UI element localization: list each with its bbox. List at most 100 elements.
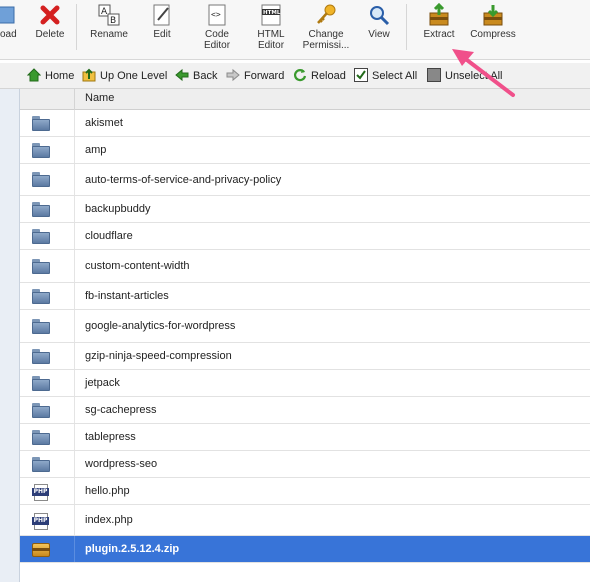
icon-cell (20, 451, 75, 477)
up-one-level-label: Up One Level (100, 70, 168, 82)
icon-cell (20, 536, 75, 562)
file-name[interactable]: fb-instant-articles (85, 290, 169, 302)
file-name[interactable]: auto-terms-of-service-and-privacy-policy (85, 174, 281, 186)
table-row[interactable]: PHP hello.php (20, 478, 590, 505)
table-row[interactable]: google-analytics-for-wordpress (20, 310, 590, 343)
select-all-label: Select All (372, 70, 418, 82)
up-one-level-link[interactable]: Up One Level (82, 68, 167, 84)
icon-cell (20, 343, 75, 369)
file-name[interactable]: backupbuddy (85, 203, 150, 215)
folder-icon (32, 289, 50, 305)
folder-icon (32, 172, 50, 188)
html-editor-icon: HTML (259, 3, 283, 27)
table-row[interactable]: backupbuddy (20, 196, 590, 223)
code-editor-label: Code Editor (203, 29, 231, 51)
file-list: akismet amp auto-terms-of-service-and-priv… (20, 110, 590, 563)
extract-label: Extract (423, 29, 455, 40)
file-name[interactable]: jetpack (85, 377, 120, 389)
icon-cell (20, 223, 75, 249)
home-link[interactable]: Home (26, 68, 74, 84)
icon-cell (20, 283, 75, 309)
name-column-header[interactable]: Name (85, 92, 114, 104)
change-permissions-button[interactable]: Change Permissi... (298, 0, 354, 58)
back-label: Back (193, 70, 218, 82)
table-row[interactable]: plugin.2.5.12.4.zip (20, 536, 590, 563)
file-name[interactable]: google-analytics-for-wordpress (85, 320, 235, 332)
table-header: Name (20, 89, 590, 110)
view-button[interactable]: View (362, 0, 396, 58)
file-name[interactable]: akismet (85, 117, 123, 129)
rename-label: Rename (90, 29, 128, 40)
delete-button[interactable]: Delete (30, 0, 70, 58)
forward-link[interactable]: Forward (226, 68, 284, 84)
unselect-all-label: Unselect All (445, 70, 503, 82)
checkbox-unchecked-icon (427, 68, 441, 82)
icon-cell: PHP (20, 505, 75, 535)
view-label: View (368, 29, 390, 40)
extract-icon (427, 2, 451, 27)
icon-cell (20, 137, 75, 163)
folder-icon (32, 143, 50, 159)
table-row[interactable]: fb-instant-articles (20, 283, 590, 310)
file-name[interactable]: index.php (85, 514, 133, 526)
table-row[interactable]: auto-terms-of-service-and-privacy-policy (20, 164, 590, 196)
icon-cell (20, 424, 75, 450)
icon-cell (20, 370, 75, 396)
file-name[interactable]: wordpress-seo (85, 458, 157, 470)
file-name[interactable]: tablepress (85, 431, 136, 443)
table-row[interactable]: PHP index.php (20, 505, 590, 536)
table-row[interactable]: custom-content-width (20, 250, 590, 283)
table-row[interactable]: amp (20, 137, 590, 164)
rename-button[interactable]: AB Rename (84, 0, 134, 58)
forward-arrow-icon (226, 68, 240, 82)
table-row[interactable]: jetpack (20, 370, 590, 397)
file-name[interactable]: amp (85, 144, 106, 156)
home-icon (26, 68, 42, 82)
svg-text:B: B (110, 16, 116, 26)
extract-button[interactable]: Extract (418, 0, 460, 58)
upload-label: oad (0, 29, 17, 40)
reload-label: Reload (311, 70, 346, 82)
file-name[interactable]: hello.php (85, 485, 130, 497)
file-name[interactable]: sg-cachepress (85, 404, 157, 416)
table-row[interactable]: tablepress (20, 424, 590, 451)
file-name[interactable]: custom-content-width (85, 260, 190, 272)
svg-text:<>: <> (211, 10, 221, 19)
folder-icon (32, 202, 50, 218)
unselect-all-link[interactable]: Unselect All (427, 68, 502, 84)
forward-label: Forward (244, 70, 285, 82)
table-row[interactable]: sg-cachepress (20, 397, 590, 424)
table-row[interactable]: akismet (20, 110, 590, 137)
folder-icon (32, 430, 50, 446)
folder-icon (32, 349, 50, 365)
edit-pencil-icon (150, 3, 174, 27)
select-all-link[interactable]: Select All (354, 68, 417, 84)
compress-label: Compress (470, 29, 516, 40)
edit-button[interactable]: Edit (142, 0, 182, 58)
php-file-icon: PHP (32, 484, 50, 501)
compress-button[interactable]: Compress (466, 0, 520, 58)
table-row[interactable]: gzip-ninja-speed-compression (20, 343, 590, 370)
table-row[interactable]: wordpress-seo (20, 451, 590, 478)
left-gutter (0, 63, 20, 582)
checkbox-checked-icon (354, 68, 368, 82)
delete-label: Delete (35, 29, 65, 40)
upload-button[interactable]: oad (0, 0, 22, 58)
change-permissions-label: Change Permissi... (302, 29, 350, 51)
table-row[interactable]: cloudflare (20, 223, 590, 250)
reload-icon (293, 68, 307, 82)
up-folder-icon (82, 68, 96, 82)
toolbar: oad Delete AB Rename Edit <> Code Editor… (0, 0, 590, 60)
back-arrow-icon (175, 68, 189, 82)
reload-link[interactable]: Reload (293, 68, 346, 84)
file-name[interactable]: cloudflare (85, 230, 133, 242)
code-editor-icon: <> (205, 3, 229, 27)
icon-cell (20, 310, 75, 342)
file-name[interactable]: gzip-ninja-speed-compression (85, 350, 232, 362)
icon-cell (20, 164, 75, 195)
html-editor-button[interactable]: HTML HTML Editor (250, 0, 292, 58)
code-editor-button[interactable]: <> Code Editor (196, 0, 238, 58)
toolbar-separator (76, 4, 77, 50)
back-link[interactable]: Back (175, 68, 217, 84)
file-name[interactable]: plugin.2.5.12.4.zip (85, 543, 179, 555)
